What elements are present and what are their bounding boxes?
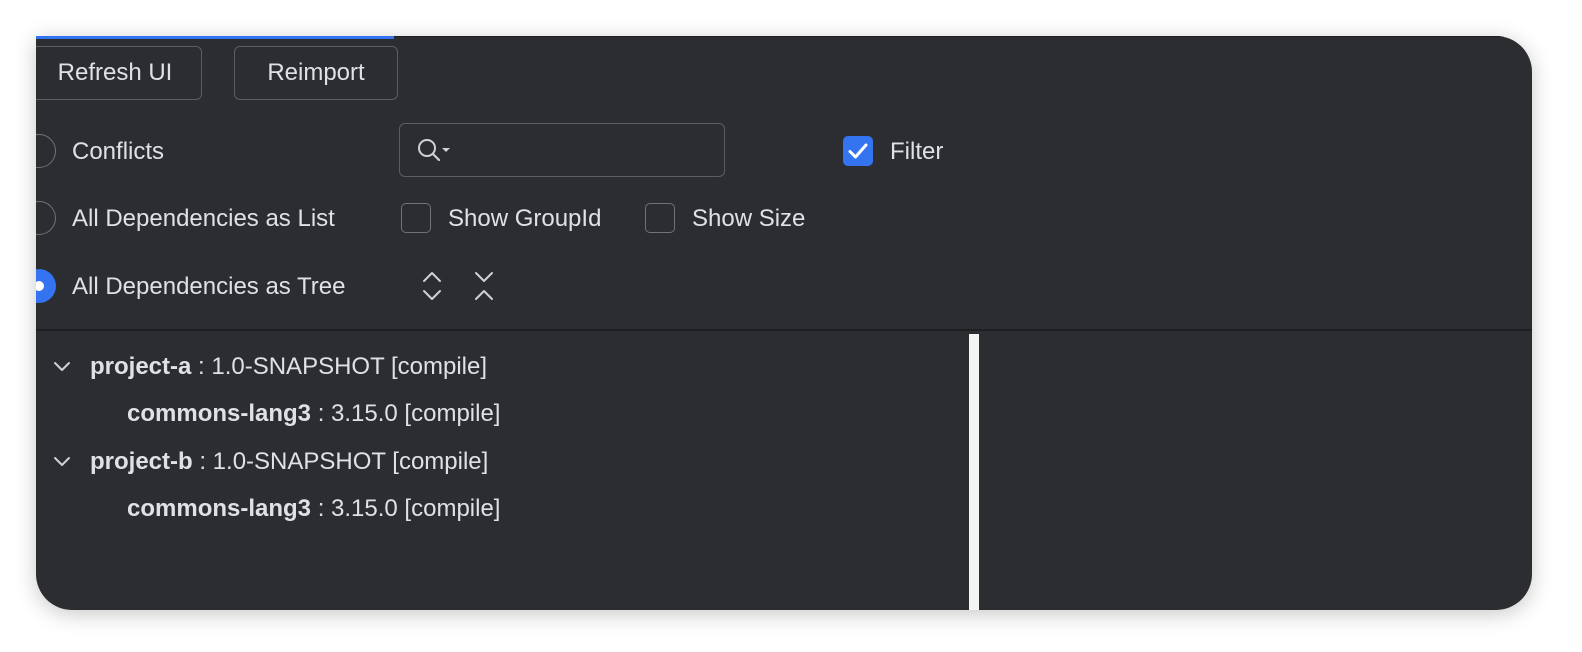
tree-node-detail: : 1.0-SNAPSHOT [compile] — [192, 448, 489, 475]
tree-node-detail: : 3.15.0 [compile] — [311, 400, 501, 427]
tree-node-name: project-b — [90, 448, 193, 475]
filter-label: Filter — [890, 138, 944, 165]
chevron-down-icon[interactable] — [51, 356, 73, 378]
tree-node-detail: : 3.15.0 [compile] — [311, 495, 501, 522]
expand-all-icon[interactable] — [419, 269, 445, 303]
tree-mode-radio[interactable] — [36, 269, 56, 303]
filter-checkbox[interactable] — [843, 136, 873, 166]
chevron-down-icon[interactable] — [51, 451, 73, 473]
conflicts-radio[interactable] — [36, 134, 56, 168]
section-divider — [36, 329, 1532, 331]
list-mode-label: All Dependencies as List — [72, 205, 335, 232]
tree-node-detail: : 1.0-SNAPSHOT [compile] — [191, 353, 488, 380]
search-input[interactable] — [458, 132, 712, 168]
search-icon[interactable] — [416, 136, 452, 164]
tree-node[interactable]: commons-lang3 : 3.15.0 [compile] — [127, 487, 500, 531]
tree-mode-label: All Dependencies as Tree — [72, 273, 346, 300]
collapse-all-icon[interactable] — [471, 269, 497, 303]
active-tab-indicator — [36, 36, 394, 39]
tree-node[interactable]: project-a : 1.0-SNAPSHOT [compile] — [90, 345, 487, 389]
splitter-handle[interactable] — [969, 334, 979, 610]
refresh-ui-button[interactable]: Refresh UI — [36, 46, 202, 100]
tree-node[interactable]: project-b : 1.0-SNAPSHOT [compile] — [90, 440, 488, 484]
list-mode-radio[interactable] — [36, 201, 56, 235]
dependency-analyzer-window: Refresh UI Reimport Conflicts Filter All… — [36, 36, 1532, 610]
show-groupid-label: Show GroupId — [448, 205, 602, 232]
tree-node[interactable]: commons-lang3 : 3.15.0 [compile] — [127, 392, 500, 436]
show-size-checkbox[interactable] — [645, 203, 675, 233]
tree-node-name: project-a — [90, 353, 192, 380]
search-field[interactable] — [399, 123, 725, 177]
reimport-button[interactable]: Reimport — [234, 46, 398, 100]
tree-node-name: commons-lang3 — [127, 495, 312, 522]
checkmark-icon — [848, 143, 868, 159]
show-size-label: Show Size — [692, 205, 806, 232]
tree-node-name: commons-lang3 — [127, 400, 312, 427]
top-border — [394, 36, 1532, 37]
conflicts-label: Conflicts — [72, 138, 165, 165]
show-groupid-checkbox[interactable] — [401, 203, 431, 233]
